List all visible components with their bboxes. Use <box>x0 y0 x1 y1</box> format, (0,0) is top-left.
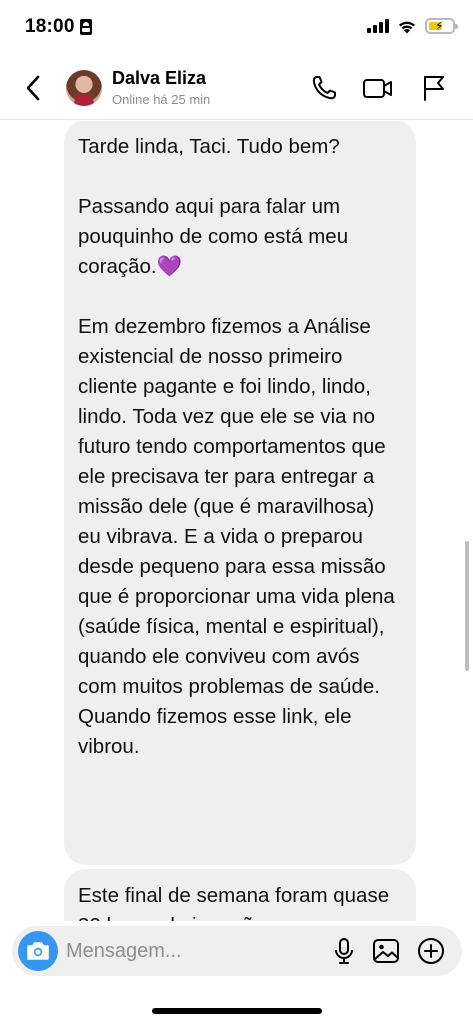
message-composer <box>12 926 462 976</box>
message-input[interactable] <box>66 936 286 966</box>
contact-status: Online há 25 min <box>112 92 211 107</box>
id-card-icon <box>80 19 92 35</box>
back-chevron-icon <box>26 75 40 101</box>
home-indicator[interactable] <box>152 1008 322 1014</box>
message-bubble[interactable]: Tarde linda, Taci. Tudo bem? Passando aq… <box>64 121 416 865</box>
voice-message-button[interactable] <box>328 935 360 967</box>
flag-icon <box>424 76 444 101</box>
add-circle-icon <box>418 938 444 964</box>
camera-icon <box>27 942 49 960</box>
status-bar: 18:00 ⚡ <box>0 0 473 56</box>
gallery-icon <box>373 939 399 963</box>
message-list[interactable]: Tarde linda, Taci. Tudo bem? Passando aq… <box>0 121 473 921</box>
gallery-button[interactable] <box>370 935 402 967</box>
wifi-icon <box>399 21 415 33</box>
video-camera-icon <box>363 79 392 98</box>
more-options-button[interactable] <box>415 935 447 967</box>
avatar[interactable] <box>66 70 102 106</box>
call-button[interactable] <box>308 72 340 104</box>
microphone-icon <box>335 938 353 964</box>
message-bubble[interactable]: Este final de semana foram quase 30 hora… <box>64 869 416 921</box>
report-button[interactable] <box>418 72 450 104</box>
battery-charging-icon: ⚡ <box>425 18 458 34</box>
chat-header: Dalva Eliza Online há 25 min <box>0 56 473 120</box>
contact-name[interactable]: Dalva Eliza <box>112 68 206 89</box>
video-call-button[interactable] <box>362 72 394 104</box>
camera-button[interactable] <box>18 931 58 971</box>
back-button[interactable] <box>18 72 48 104</box>
status-indicators: ⚡ <box>367 18 458 34</box>
signal-icon <box>367 19 389 33</box>
scrollbar[interactable] <box>465 541 469 671</box>
status-time: 18:00 <box>25 16 75 37</box>
phone-icon <box>312 76 336 100</box>
